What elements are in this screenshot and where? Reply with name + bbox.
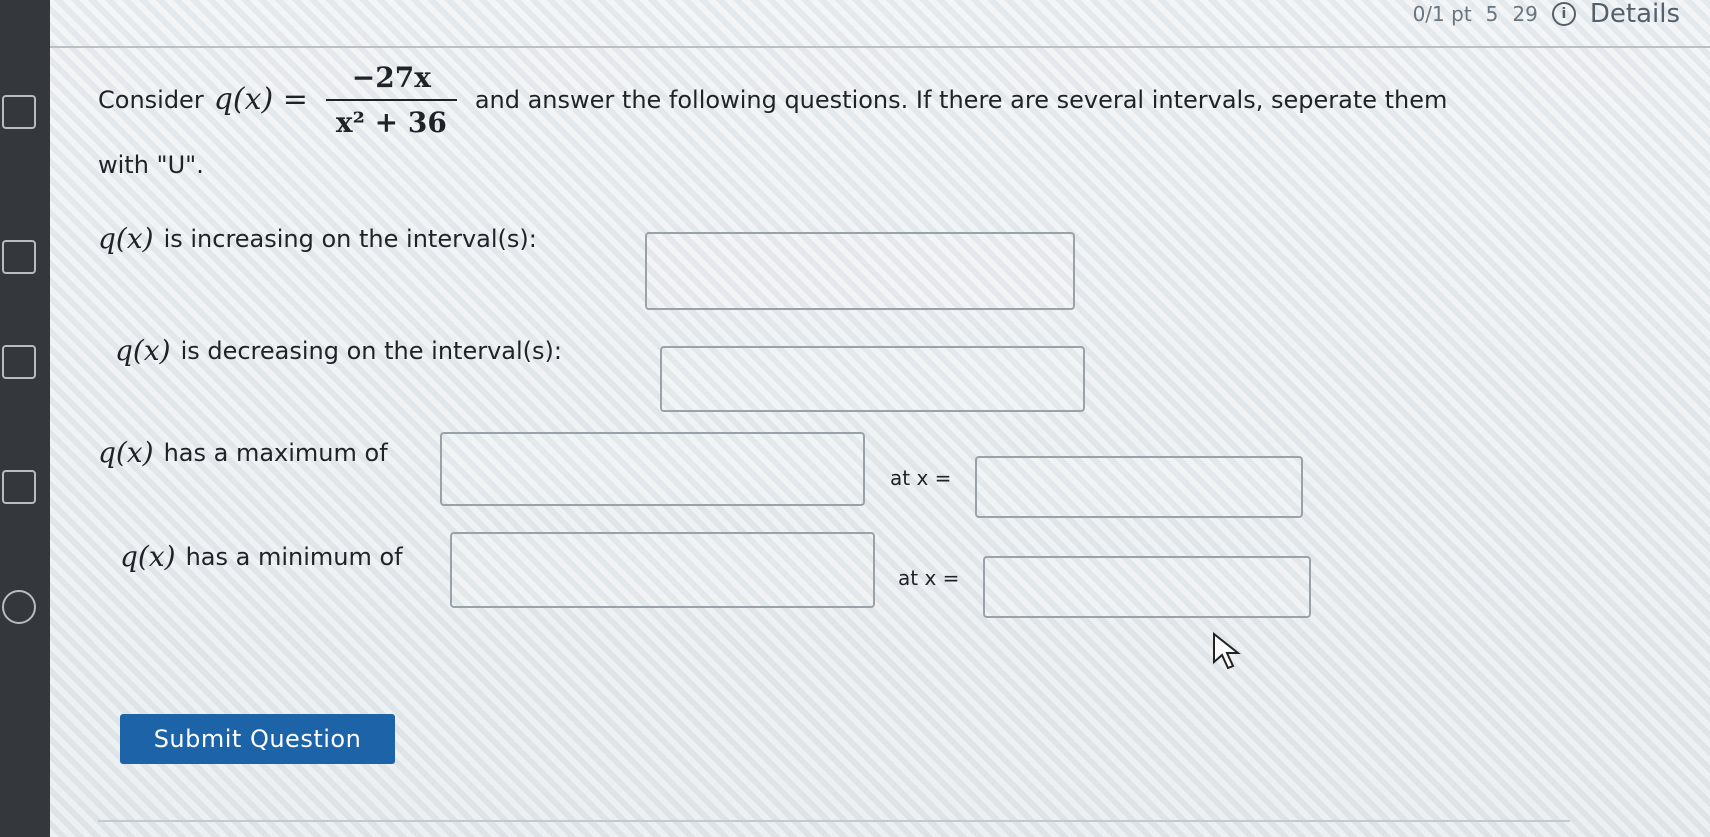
question-page: 0/1 pt 5 29 i Details Consider q(x) = −2… <box>0 0 1710 837</box>
increasing-interval-input[interactable] <box>645 232 1075 310</box>
minimum-x-input[interactable] <box>983 556 1311 618</box>
instruction-continuation: with "U". <box>98 151 204 179</box>
bottom-divider <box>98 820 1570 822</box>
maximum-value-input[interactable] <box>440 432 865 506</box>
question-meta: 0/1 pt 5 29 i Details <box>1412 0 1680 29</box>
intro-text: Consider <box>98 86 204 114</box>
minimum-row: q(x) has a minimum of <box>120 540 403 573</box>
min-at-x-label: at x = <box>898 566 960 590</box>
retries-count: 5 <box>1485 2 1499 26</box>
max-at-x-label: at x = <box>890 466 952 490</box>
instruction-text: and answer the following questions. If t… <box>474 86 1448 114</box>
minimum-label: has a minimum of <box>185 542 403 571</box>
decreasing-label: is decreasing on the interval(s): <box>180 336 562 365</box>
fraction-numerator: −27x <box>351 61 431 94</box>
refresh-icon[interactable] <box>2 590 36 624</box>
mouse-cursor-icon <box>1213 632 1241 670</box>
collapse-icon[interactable] <box>2 240 36 274</box>
fn-label: q(x) <box>98 436 154 469</box>
info-icon[interactable]: i <box>1551 2 1576 26</box>
increasing-label: is increasing on the interval(s): <box>163 224 537 253</box>
fraction-denominator: x² + 36 <box>325 99 457 140</box>
minimum-value-input[interactable] <box>450 532 875 608</box>
edit-icon[interactable] <box>2 470 36 504</box>
decreasing-interval-input[interactable] <box>660 346 1085 412</box>
grid-icon[interactable] <box>2 95 36 129</box>
maximum-row: q(x) has a maximum of <box>98 436 388 469</box>
fn-label: q(x) <box>120 540 176 573</box>
maximum-x-input[interactable] <box>975 456 1303 518</box>
maximum-label: has a maximum of <box>163 438 388 467</box>
fn-label: q(x) <box>98 222 154 255</box>
submissions-count: 29 <box>1512 2 1538 26</box>
function-lhs: q(x) = <box>213 82 308 118</box>
question-prompt: Consider q(x) = −27x x² + 36 and answer … <box>98 60 1668 180</box>
points-value: 0/1 pt <box>1412 2 1472 26</box>
fn-label: q(x) <box>115 334 171 367</box>
list-icon[interactable] <box>2 345 36 379</box>
function-fraction: −27x x² + 36 <box>325 60 457 140</box>
left-sidebar <box>0 0 50 837</box>
decreasing-row: q(x) is decreasing on the interval(s): <box>115 334 562 367</box>
increasing-row: q(x) is increasing on the interval(s): <box>98 222 537 255</box>
submit-question-button[interactable]: Submit Question <box>120 714 395 764</box>
question-header: 0/1 pt 5 29 i Details <box>50 0 1710 48</box>
details-link[interactable]: Details <box>1590 0 1680 29</box>
